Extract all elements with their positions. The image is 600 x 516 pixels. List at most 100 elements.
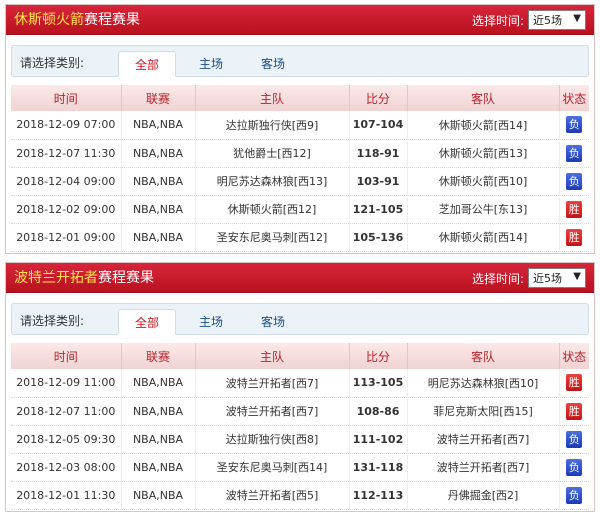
away-team[interactable]: 休斯顿火箭[西14] (407, 223, 560, 252)
status-cell: 负 (559, 167, 589, 196)
home-team[interactable]: 圣安东尼奥马刺[西12] (195, 223, 350, 252)
col-away: 客队 (407, 343, 560, 369)
table-row: 2018-12-02 09:00 NBA,NBA 休斯顿火箭[西12] 121-… (11, 195, 589, 224)
match-score[interactable]: 107-104 (349, 111, 408, 140)
home-team[interactable]: 达拉斯独行侠[西8] (195, 425, 350, 454)
time-filter-label: 选择时间: (471, 271, 524, 286)
home-team[interactable]: 达拉斯独行侠[西9] (195, 111, 350, 140)
match-time: 2018-12-05 09:30 (11, 425, 122, 454)
time-range-value: 近5场 (533, 272, 562, 285)
dropdown-arrow-icon: ▼ (573, 13, 581, 24)
status-badge: 胜 (566, 200, 583, 218)
time-range-select[interactable]: 近5场 ▼ (528, 268, 586, 288)
home-team[interactable]: 休斯顿火箭[西12] (195, 195, 350, 224)
match-league: NBA,NBA (121, 223, 196, 252)
match-time: 2018-12-09 11:00 (11, 369, 122, 398)
panel-title: 波特兰开拓者赛程赛果 (14, 269, 154, 287)
time-filter-label: 选择时间: (471, 13, 524, 28)
time-range-value: 近5场 (533, 14, 562, 27)
tab-away[interactable]: 客场 (244, 309, 302, 335)
away-team[interactable]: 波特兰开拓者[西7] (407, 425, 560, 454)
title-suffix: 赛程赛果 (98, 270, 154, 286)
status-badge: 负 (566, 172, 583, 190)
status-cell: 负 (559, 453, 589, 482)
status-cell: 负 (559, 139, 589, 168)
tab-all[interactable]: 全部 (118, 51, 176, 77)
match-score[interactable]: 118-91 (349, 139, 408, 168)
col-score: 比分 (349, 85, 408, 111)
match-league: NBA,NBA (121, 139, 196, 168)
tab-home[interactable]: 主场 (182, 51, 240, 77)
away-team[interactable]: 丹佛掘金[西2] (407, 481, 560, 510)
panel-header: 波特兰开拓者赛程赛果 选择时间: 近5场 ▼ (6, 263, 594, 293)
schedule-table: 时间 联赛 主队 比分 客队 状态 2018-12-09 07:00 NBA,N… (11, 85, 589, 252)
match-time: 2018-12-02 09:00 (11, 195, 122, 224)
status-cell: 负 (559, 425, 589, 454)
away-team[interactable]: 休斯顿火箭[西10] (407, 167, 560, 196)
table-row: 2018-12-03 08:00 NBA,NBA 圣安东尼奥马刺[西14] 13… (11, 453, 589, 482)
table-row: 2018-12-09 11:00 NBA,NBA 波特兰开拓者[西7] 113-… (11, 369, 589, 398)
col-league: 联赛 (121, 85, 196, 111)
match-time: 2018-12-04 09:00 (11, 167, 122, 196)
status-badge: 负 (566, 458, 583, 476)
home-team[interactable]: 明尼苏达森林狼[西13] (195, 167, 350, 196)
col-league: 联赛 (121, 343, 196, 369)
match-time: 2018-12-09 07:00 (11, 111, 122, 140)
match-score[interactable]: 105-136 (349, 223, 408, 252)
category-tabs: 请选择类别: 全部 主场 客场 (11, 303, 589, 335)
status-badge: 胜 (566, 228, 583, 246)
table-row: 2018-12-05 09:30 NBA,NBA 达拉斯独行侠[西8] 111-… (11, 425, 589, 454)
schedule-panel-blazers: 波特兰开拓者赛程赛果 选择时间: 近5场 ▼ 请选择类别: 全部 主场 客场 时… (5, 262, 595, 512)
match-time: 2018-12-01 09:00 (11, 223, 122, 252)
table-row: 2018-12-01 11:30 NBA,NBA 波特兰开拓者[西5] 112-… (11, 481, 589, 510)
tab-away[interactable]: 客场 (244, 51, 302, 77)
time-range-select[interactable]: 近5场 ▼ (528, 10, 586, 30)
category-label: 请选择类别: (20, 56, 85, 70)
match-score[interactable]: 121-105 (349, 195, 408, 224)
tab-all[interactable]: 全部 (118, 309, 176, 335)
table-row: 2018-12-04 09:00 NBA,NBA 明尼苏达森林狼[西13] 10… (11, 167, 589, 196)
status-cell: 负 (559, 111, 589, 140)
status-badge: 负 (566, 144, 583, 162)
schedule-panel-rockets: 休斯顿火箭赛程赛果 选择时间: 近5场 ▼ 请选择类别: 全部 主场 客场 时间… (5, 4, 595, 254)
match-time: 2018-12-07 11:00 (11, 397, 122, 426)
col-home: 主队 (195, 343, 350, 369)
home-team[interactable]: 犹他爵士[西12] (195, 139, 350, 168)
away-team[interactable]: 菲尼克斯太阳[西15] (407, 397, 560, 426)
home-team[interactable]: 波特兰开拓者[西7] (195, 369, 350, 398)
match-score[interactable]: 103-91 (349, 167, 408, 196)
away-team[interactable]: 波特兰开拓者[西7] (407, 453, 560, 482)
match-score[interactable]: 113-105 (349, 369, 408, 398)
away-team[interactable]: 休斯顿火箭[西13] (407, 139, 560, 168)
title-suffix: 赛程赛果 (84, 12, 140, 28)
match-score[interactable]: 111-102 (349, 425, 408, 454)
home-team[interactable]: 波特兰开拓者[西7] (195, 397, 350, 426)
status-badge: 负 (566, 116, 583, 134)
tab-home[interactable]: 主场 (182, 309, 240, 335)
match-score[interactable]: 108-86 (349, 397, 408, 426)
col-status: 状态 (559, 85, 589, 111)
match-league: NBA,NBA (121, 195, 196, 224)
away-team[interactable]: 芝加哥公牛[东13] (407, 195, 560, 224)
home-team[interactable]: 圣安东尼奥马刺[西14] (195, 453, 350, 482)
schedule-table: 时间 联赛 主队 比分 客队 状态 2018-12-09 11:00 NBA,N… (11, 343, 589, 510)
match-league: NBA,NBA (121, 369, 196, 398)
team-name: 波特兰开拓者 (14, 270, 98, 286)
home-team[interactable]: 波特兰开拓者[西5] (195, 481, 350, 510)
col-home: 主队 (195, 85, 350, 111)
match-score[interactable]: 112-113 (349, 481, 408, 510)
col-time: 时间 (11, 343, 122, 369)
dropdown-arrow-icon: ▼ (573, 271, 581, 282)
category-label: 请选择类别: (20, 314, 85, 328)
away-team[interactable]: 休斯顿火箭[西14] (407, 111, 560, 140)
status-badge: 负 (566, 486, 583, 504)
match-score[interactable]: 131-118 (349, 453, 408, 482)
match-time: 2018-12-03 08:00 (11, 453, 122, 482)
match-league: NBA,NBA (121, 481, 196, 510)
col-status: 状态 (559, 343, 589, 369)
status-cell: 胜 (559, 397, 589, 426)
match-league: NBA,NBA (121, 425, 196, 454)
away-team[interactable]: 明尼苏达森林狼[西10] (407, 369, 560, 398)
col-away: 客队 (407, 85, 560, 111)
time-filter: 选择时间: 近5场 ▼ (472, 10, 586, 30)
